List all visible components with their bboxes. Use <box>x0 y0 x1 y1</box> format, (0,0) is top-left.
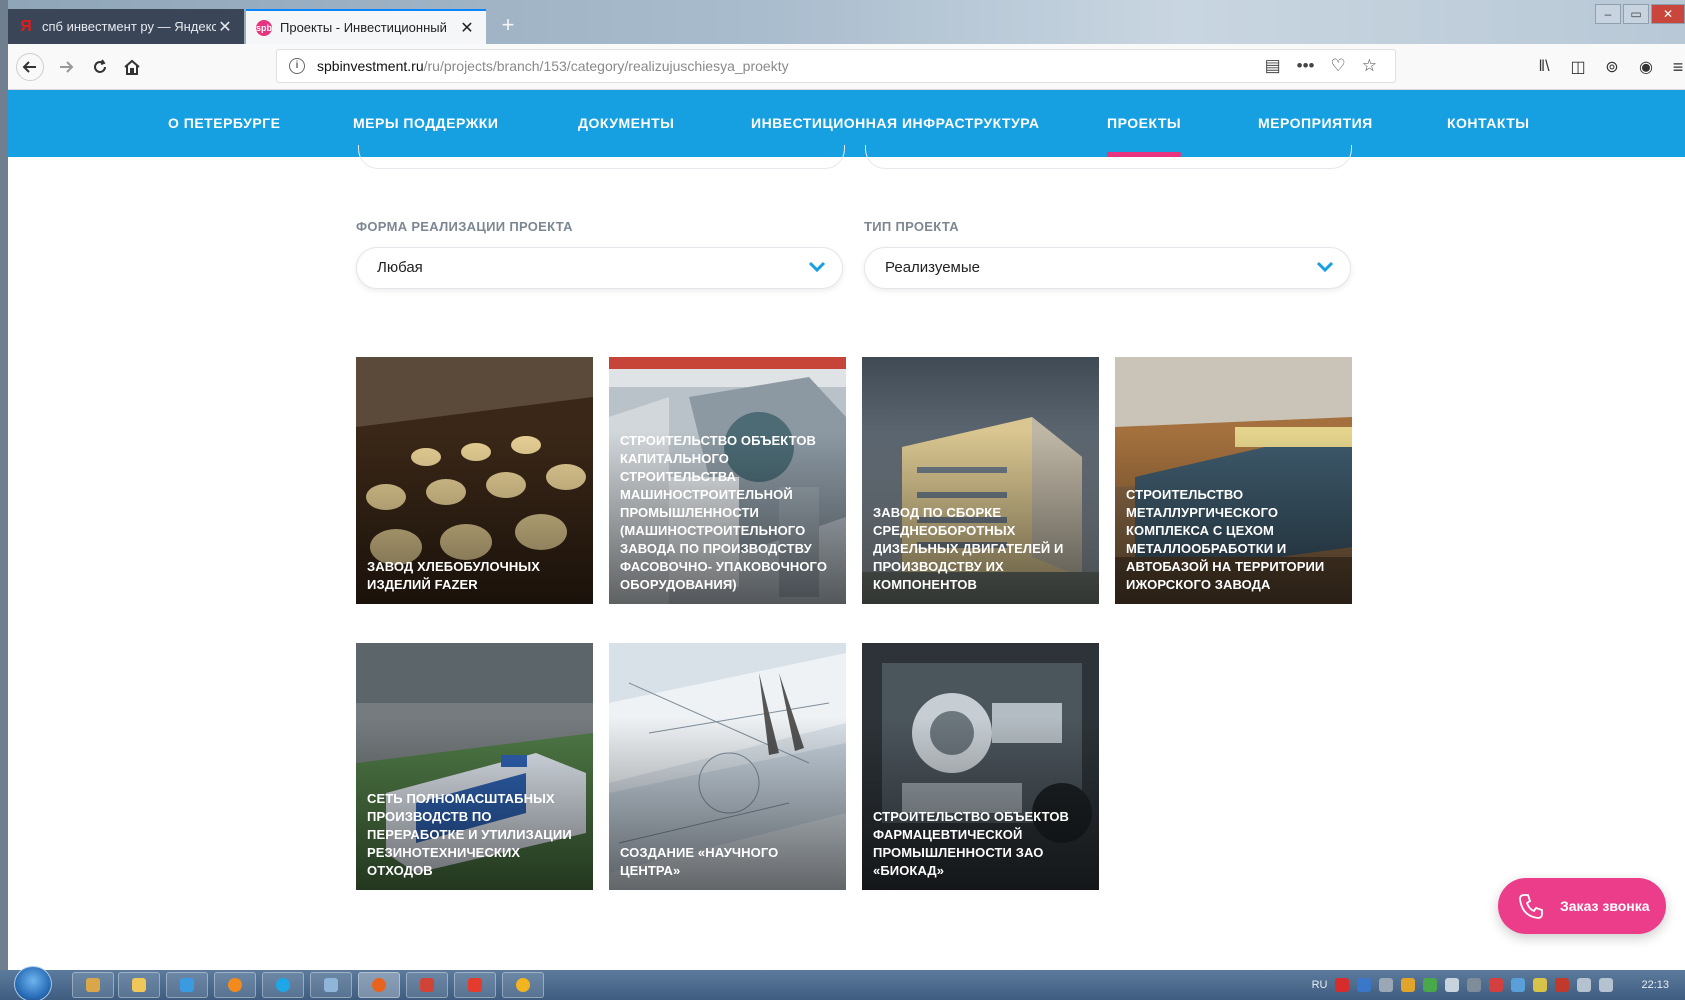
project-title: ЗАВОД ПО СБОРКЕ СРЕДНЕОБОРОТНЫХ ДИЗЕЛЬНЫ… <box>873 505 1064 592</box>
project-card[interactable]: СОЗДАНИЕ «НАУЧНОГО ЦЕНТРА» <box>609 643 846 890</box>
project-card[interactable]: СТРОИТЕЛЬСТВО ОБЪЕКТОВ КАПИТАЛЬНОГО СТРО… <box>609 357 846 604</box>
menu-item-contacts[interactable]: КОНТАКТЫ <box>1447 90 1529 157</box>
taskbar-app-icon[interactable] <box>72 972 114 998</box>
reader-view-icon[interactable]: ▤ <box>1265 56 1281 76</box>
close-icon[interactable]: ✕ <box>458 18 476 38</box>
skype-icon[interactable] <box>262 972 304 998</box>
yandex-icon: Я <box>20 17 32 35</box>
project-title: ЗАВОД ХЛЕБОБУЛОЧНЫХ ИЗДЕЛИЙ FAZER <box>367 559 540 592</box>
tab-bar: Я спб инвестмент ру — Яндекс ✕ spb Проек… <box>8 0 1685 44</box>
taskbar-app-icon[interactable] <box>454 972 496 998</box>
info-icon[interactable]: i <box>289 58 305 74</box>
site-header: О ПЕТЕРБУРГЕ МЕРЫ ПОДДЕРЖКИ ДОКУМЕНТЫ ИН… <box>8 90 1685 157</box>
taskbar-app-icon[interactable] <box>118 972 160 998</box>
maximize-icon[interactable]: ▭ <box>1623 4 1649 24</box>
url-actions: ▤ ••• ♡ ☆ <box>1265 56 1377 76</box>
tray-icon[interactable] <box>1357 978 1372 992</box>
filter-form-select[interactable]: Любая <box>356 247 843 289</box>
home-icon[interactable] <box>118 53 146 81</box>
firefox-icon[interactable] <box>358 972 400 998</box>
site-favicon-icon: spb <box>256 19 272 36</box>
taskbar-app-icon[interactable] <box>502 972 544 998</box>
tray-icon[interactable] <box>1335 978 1350 992</box>
menu-icon[interactable]: ≡ <box>1664 53 1685 81</box>
navigation-toolbar: i spbinvestment.ru/ru/projects/branch/15… <box>8 44 1685 90</box>
filter-form-label: ФОРМА РЕАЛИЗАЦИИ ПРОЕКТА <box>356 219 573 234</box>
chevron-down-icon <box>1316 261 1334 273</box>
url-host: spbinvestment.ru <box>317 58 424 74</box>
account-icon[interactable]: ◉ <box>1632 53 1660 81</box>
window-controls: – ▭ ✕ <box>1595 4 1685 24</box>
back-icon[interactable] <box>16 53 44 81</box>
project-title: СТРОИТЕЛЬСТВО МЕТАЛЛУРГИЧЕСКОГО КОМПЛЕКС… <box>1126 487 1325 592</box>
filter-form-value: Любая <box>377 259 423 276</box>
menu-item-about[interactable]: О ПЕТЕРБУРГЕ <box>168 90 280 157</box>
pocket-icon[interactable]: ♡ <box>1331 56 1346 76</box>
clock[interactable]: 22:13 <box>1641 979 1669 991</box>
phone-icon <box>1519 894 1543 919</box>
tab-yandex[interactable]: Я спб инвестмент ру — Яндекс ✕ <box>8 9 244 44</box>
page-actions-icon[interactable]: ••• <box>1297 56 1315 76</box>
network-icon[interactable] <box>1511 978 1526 992</box>
tray-icon[interactable] <box>1401 978 1416 992</box>
project-title: СТРОИТЕЛЬСТВО ОБЪЕКТОВ КАПИТАЛЬНОГО СТРО… <box>620 433 828 592</box>
sidebar-icon[interactable]: ◫ <box>1564 53 1592 81</box>
forward-icon[interactable] <box>52 53 80 81</box>
project-card[interactable]: СЕТЬ ПОЛНОМАСШТАБНЫХ ПРОИЗВОДСТВ ПО ПЕРЕ… <box>356 643 593 890</box>
project-card[interactable]: СТРОИТЕЛЬСТВО ОБЪЕКТОВ ФАРМАЦЕВТИЧЕСКОЙ … <box>862 643 1099 890</box>
start-button-icon[interactable] <box>14 966 52 1000</box>
main-menu: О ПЕТЕРБУРГЕ МЕРЫ ПОДДЕРЖКИ ДОКУМЕНТЫ ИН… <box>8 90 1685 157</box>
tab-projects[interactable]: spb Проекты - Инвестиционный ✕ <box>246 9 486 44</box>
taskbar-app-icon[interactable] <box>406 972 448 998</box>
previous-filter-field[interactable] <box>865 145 1352 169</box>
project-title: СЕТЬ ПОЛНОМАСШТАБНЫХ ПРОИЗВОДСТВ ПО ПЕРЕ… <box>367 791 572 878</box>
tray-icon[interactable] <box>1423 978 1438 992</box>
callback-label: Заказ звонка <box>1560 898 1650 914</box>
bookmark-star-icon[interactable]: ☆ <box>1362 56 1377 76</box>
reload-icon[interactable] <box>86 53 114 81</box>
tab-title: Проекты - Инвестиционный <box>280 20 447 35</box>
project-title: СОЗДАНИЕ «НАУЧНОГО ЦЕНТРА» <box>620 845 779 878</box>
url-bar[interactable]: i spbinvestment.ru/ru/projects/branch/15… <box>276 49 1396 83</box>
project-card[interactable]: ЗАВОД ХЛЕБОБУЛОЧНЫХ ИЗДЕЛИЙ FAZER <box>356 357 593 604</box>
filter-type-label: ТИП ПРОЕКТА <box>864 219 959 234</box>
minimize-icon[interactable]: – <box>1595 4 1621 24</box>
taskbar-app-icon[interactable] <box>310 972 352 998</box>
system-tray: RU 22:13 <box>1312 970 1685 1000</box>
filter-type-select[interactable]: Реализуемые <box>864 247 1351 289</box>
callback-button[interactable]: Заказ звонка <box>1498 878 1666 934</box>
browser-window: Я спб инвестмент ру — Яндекс ✕ spb Проек… <box>8 0 1685 970</box>
filter-type-value: Реализуемые <box>885 259 980 276</box>
previous-filter-field[interactable] <box>358 145 845 169</box>
language-indicator[interactable]: RU <box>1312 979 1328 991</box>
os-taskbar: RU 22:13 <box>0 966 1685 1000</box>
project-card[interactable]: СТРОИТЕЛЬСТВО МЕТАЛЛУРГИЧЕСКОГО КОМПЛЕКС… <box>1115 357 1352 604</box>
url-path: /ru/projects/branch/153/category/realizu… <box>423 58 789 74</box>
tray-icon[interactable] <box>1555 978 1570 992</box>
tray-icon[interactable] <box>1379 978 1394 992</box>
new-tab-icon[interactable]: + <box>494 12 522 40</box>
signal-icon[interactable] <box>1577 978 1592 992</box>
tray-icon[interactable] <box>1467 978 1482 992</box>
taskbar-app-icon[interactable] <box>166 972 208 998</box>
volume-icon[interactable] <box>1599 978 1614 992</box>
tab-title: спб инвестмент ру — Яндекс <box>42 19 216 34</box>
close-icon[interactable]: ✕ <box>216 17 234 37</box>
tray-icon[interactable] <box>1445 978 1460 992</box>
extension-icon[interactable]: ⊚ <box>1598 53 1626 81</box>
flag-icon[interactable] <box>1489 978 1504 992</box>
tray-icon[interactable] <box>1533 978 1548 992</box>
window-close-icon[interactable]: ✕ <box>1651 4 1685 24</box>
project-card[interactable]: ЗАВОД ПО СБОРКЕ СРЕДНЕОБОРОТНЫХ ДИЗЕЛЬНЫ… <box>862 357 1099 604</box>
taskbar-app-icon[interactable] <box>214 972 256 998</box>
project-title: СТРОИТЕЛЬСТВО ОБЪЕКТОВ ФАРМАЦЕВТИЧЕСКОЙ … <box>873 809 1070 878</box>
chevron-down-icon <box>808 261 826 273</box>
library-icon[interactable]: ‖\ <box>1530 53 1558 81</box>
page-content: ФОРМА РЕАЛИЗАЦИИ ПРОЕКТА Любая ТИП ПРОЕК… <box>8 145 1685 970</box>
